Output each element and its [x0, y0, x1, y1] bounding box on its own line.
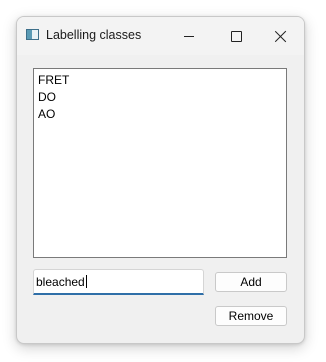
maximize-icon: [230, 30, 242, 42]
list-item[interactable]: DO: [38, 89, 286, 106]
list-item[interactable]: FRET: [38, 72, 286, 89]
minimize-icon: [184, 35, 194, 37]
labelling-classes-window: Labelling classes FRET DO AO bleached Ad…: [16, 16, 305, 344]
maximize-button[interactable]: [213, 17, 259, 55]
window-title: Labelling classes: [46, 28, 142, 42]
close-button[interactable]: [258, 17, 304, 55]
app-window-icon: [26, 29, 39, 40]
minimize-button[interactable]: [166, 17, 212, 55]
remove-button[interactable]: Remove: [215, 306, 287, 326]
add-button[interactable]: Add: [215, 272, 287, 292]
list-item[interactable]: AO: [38, 106, 286, 123]
title-bar[interactable]: Labelling classes: [17, 17, 304, 55]
close-icon: [275, 30, 287, 42]
new-class-input-value: bleached: [36, 275, 85, 289]
new-class-input[interactable]: bleached: [33, 269, 204, 295]
classes-list[interactable]: FRET DO AO: [33, 68, 287, 258]
text-caret: [85, 275, 87, 288]
